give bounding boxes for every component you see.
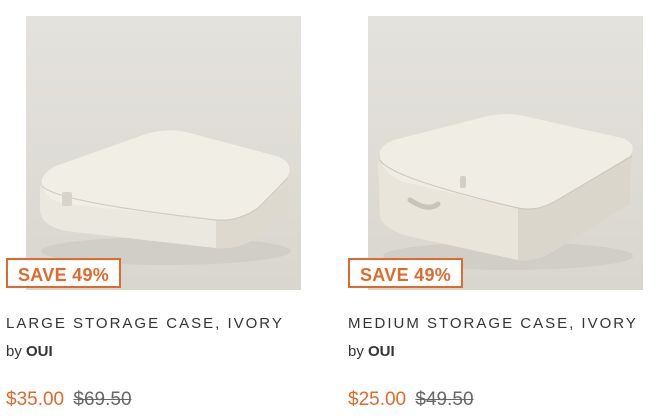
product-vendor: by OUI — [6, 343, 53, 360]
product-image[interactable] — [26, 16, 301, 290]
sale-price: $35.00 — [6, 389, 65, 410]
product-card[interactable]: SAVE 49% MEDIUM STORAGE CASE, IVORY by O… — [342, 0, 643, 418]
product-image[interactable] — [368, 16, 643, 290]
product-title[interactable]: LARGE STORAGE CASE, IVORY — [6, 315, 306, 332]
regular-price: $49.50 — [415, 389, 474, 410]
product-vendor: by OUI — [348, 343, 395, 360]
product-price: $25.00 $49.50 — [348, 389, 474, 411]
storage-case-image — [40, 130, 291, 265]
save-badge: SAVE 49% — [348, 258, 464, 288]
storage-case-image — [378, 114, 633, 270]
save-badge: SAVE 49% — [6, 258, 122, 288]
product-price: $35.00 $69.50 — [6, 389, 132, 411]
product-card[interactable]: SAVE 49% LARGE STORAGE CASE, IVORY by OU… — [0, 0, 301, 418]
vendor-name[interactable]: OUI — [26, 343, 53, 360]
regular-price: $69.50 — [73, 389, 132, 410]
vendor-name[interactable]: OUI — [368, 343, 395, 360]
sale-price: $25.00 — [348, 389, 407, 410]
product-title[interactable]: MEDIUM STORAGE CASE, IVORY — [348, 315, 648, 332]
vendor-by-label: by — [6, 343, 22, 360]
vendor-by-label: by — [348, 343, 364, 360]
